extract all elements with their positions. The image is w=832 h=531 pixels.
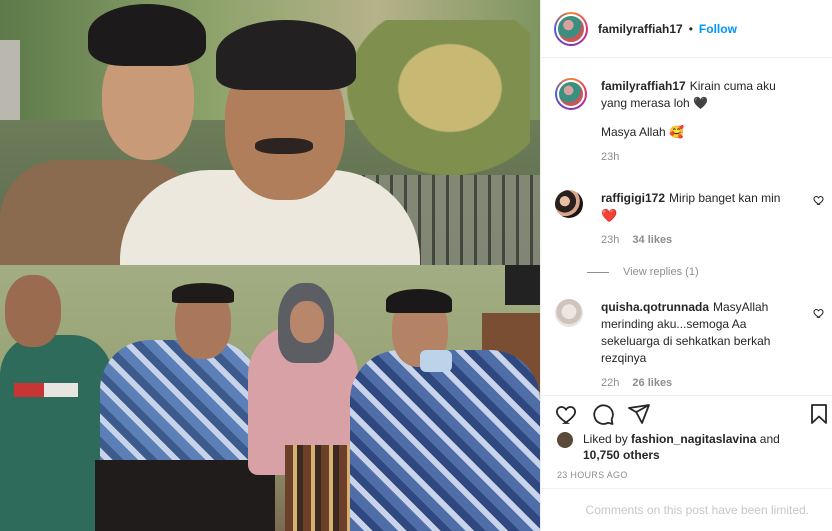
author-avatar-image	[556, 13, 586, 44]
comment-emoji: ❤️	[601, 208, 618, 223]
comment-like-heart-icon[interactable]	[813, 307, 825, 319]
comment-meta: 22h 26 likes	[601, 375, 797, 392]
comment-item: quisha.qotrunnada MasyAllah merinding aku…	[555, 299, 825, 395]
action-bar	[541, 395, 832, 431]
post-photo-bottom	[0, 265, 540, 531]
likes-and: and	[759, 432, 780, 446]
comment-username[interactable]: raffigigi172	[601, 191, 665, 205]
follow-button[interactable]: Follow	[699, 22, 737, 36]
likes-text: Liked by fashion_nagitaslavina and 10,75…	[583, 431, 823, 463]
caption-comment: familyraffiah17 Kirain cuma aku yang mera…	[555, 78, 825, 178]
paper-plane-icon[interactable]	[627, 402, 651, 426]
comment-time: 23h	[601, 151, 620, 163]
comment-time: 23h	[601, 234, 620, 246]
comment-body: familyraffiah17 Kirain cuma aku yang mera…	[601, 78, 801, 166]
liker-avatar[interactable]	[557, 432, 573, 448]
likes-prefix: Liked by	[583, 432, 628, 446]
comment-body: quisha.qotrunnada MasyAllah merinding aku…	[601, 299, 797, 392]
likes-others[interactable]: 10,750 others	[583, 448, 660, 462]
post-header: familyraffiah17 • Follow	[541, 0, 832, 58]
comment-avatar-image	[557, 80, 585, 108]
comment-time: 22h	[601, 377, 620, 389]
comment-likes[interactable]: 34 likes	[632, 234, 672, 246]
comments-list[interactable]: familyraffiah17 Kirain cuma aku yang mera…	[541, 59, 832, 395]
comment-meta: 23h	[601, 149, 801, 166]
liker-username[interactable]: fashion_nagitaslavina	[631, 432, 756, 446]
comment-body: raffigigi172 Mirip banget kan min ❤️ 23h …	[601, 190, 797, 249]
bookmark-icon[interactable]	[807, 402, 831, 426]
comment-username[interactable]: quisha.qotrunnada	[601, 300, 709, 314]
post-media[interactable]	[0, 0, 540, 531]
comment-item: raffigigi172 Mirip banget kan min ❤️ 23h …	[555, 190, 825, 260]
post-timestamp[interactable]: 23 HOURS AGO	[557, 470, 628, 480]
separator-dot: •	[688, 21, 693, 36]
comment-text: Mirip banget kan min	[669, 191, 781, 205]
view-replies-label[interactable]: View replies (1)	[623, 266, 699, 278]
post-photo-top	[0, 0, 540, 265]
author-avatar[interactable]	[554, 11, 588, 46]
comment-avatar[interactable]	[555, 299, 583, 327]
view-replies-line	[587, 271, 609, 273]
comments-limited-notice: Comments on this post have been limited.	[541, 488, 832, 531]
comment-avatar[interactable]	[555, 190, 583, 218]
comment-meta: 23h 34 likes	[601, 232, 797, 249]
comment-like-heart-icon[interactable]	[813, 194, 825, 206]
comment-likes[interactable]: 26 likes	[632, 377, 672, 389]
comment-icon[interactable]	[591, 402, 615, 426]
view-replies-button[interactable]: View replies (1)	[587, 266, 699, 278]
comment-avatar[interactable]	[555, 78, 587, 110]
author-username[interactable]: familyraffiah17	[598, 22, 683, 36]
heart-icon[interactable]	[555, 402, 579, 426]
comment-username[interactable]: familyraffiah17	[601, 79, 686, 93]
post-sidebar: familyraffiah17 • Follow familyraffiah17…	[540, 0, 832, 531]
comments-limited-text: Comments on this post have been limited.	[585, 503, 809, 517]
comment-text-line2: Masya Allah 🥰	[601, 125, 684, 139]
